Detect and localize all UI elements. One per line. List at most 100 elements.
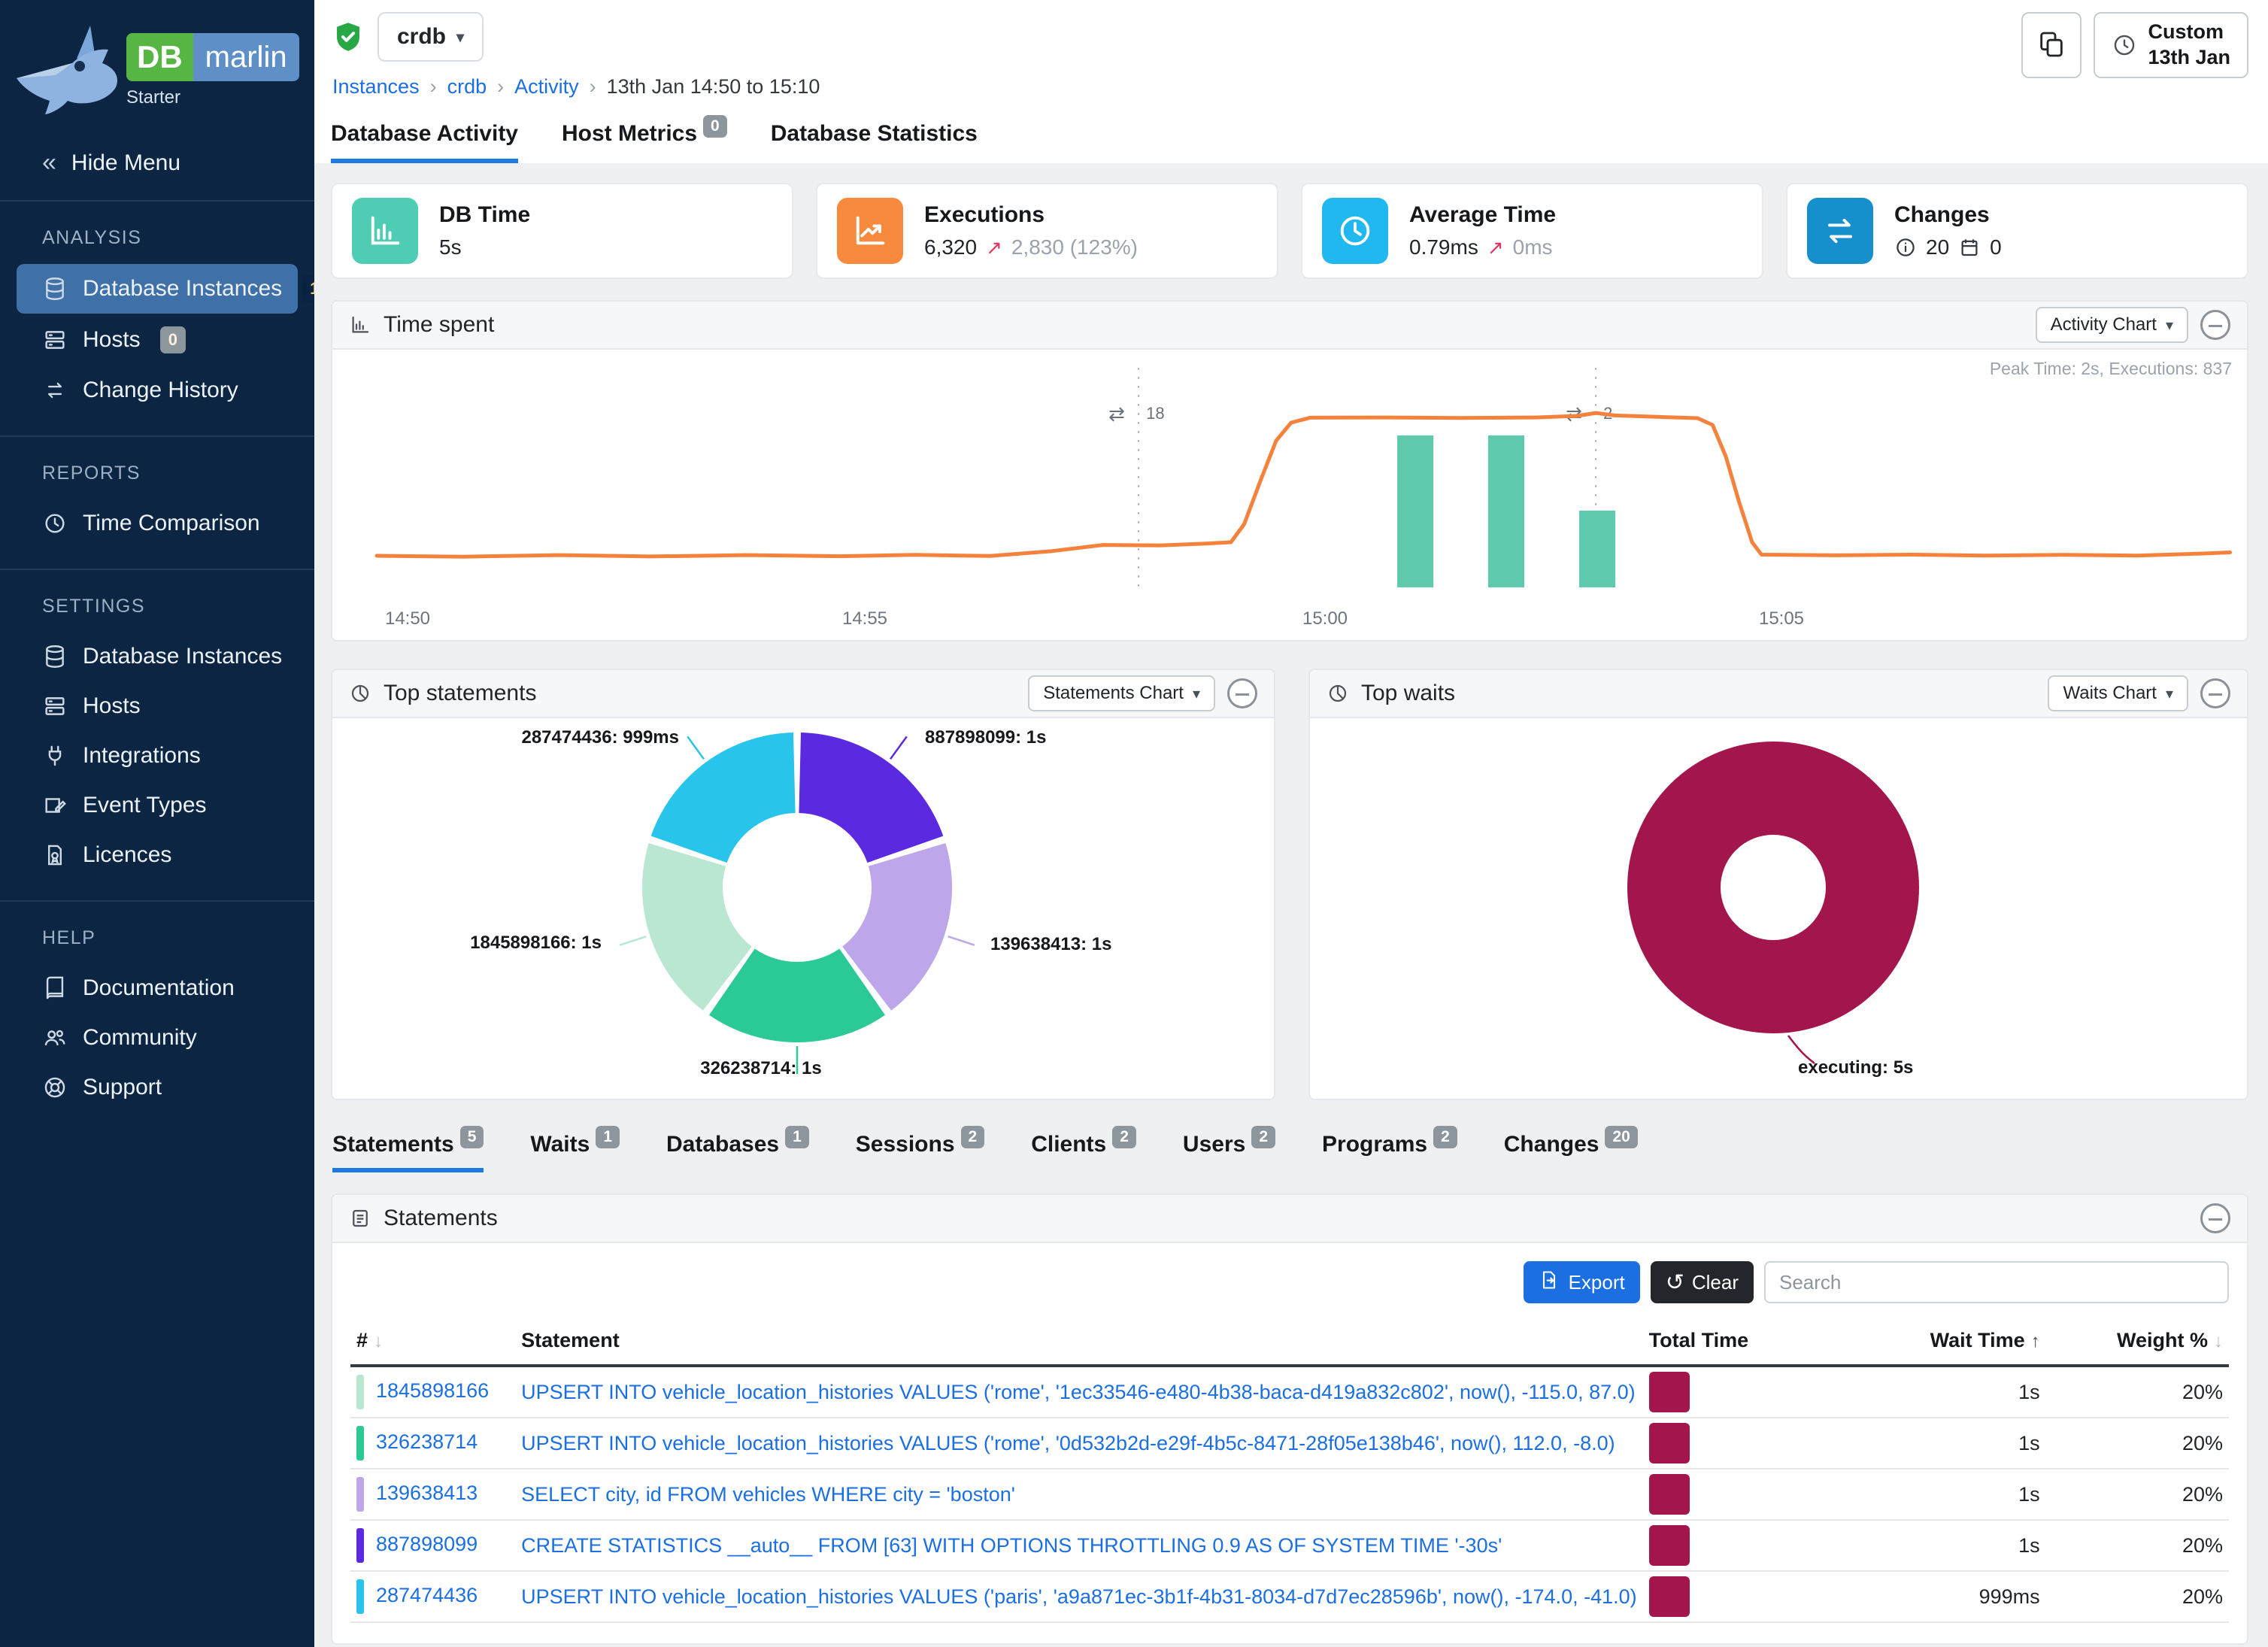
sidebar-item-documentation[interactable]: Documentation [17, 964, 298, 1012]
sidebar-item-time-comparison[interactable]: Time Comparison [17, 499, 298, 547]
count-badge: 2 [1251, 1126, 1275, 1148]
sidebar-item-community[interactable]: Community [17, 1014, 298, 1062]
clear-button[interactable]: ↺ Clear [1651, 1261, 1754, 1303]
double-chevron-left-icon: « [42, 148, 56, 177]
panel-title: Top statements [384, 681, 536, 706]
tab-sessions[interactable]: Sessions2 [856, 1132, 984, 1172]
clock-icon [42, 511, 68, 536]
sidebar-item-support[interactable]: Support [17, 1063, 298, 1112]
statement-id-link[interactable]: 287474436 [376, 1584, 478, 1606]
card-changes: Changes 20 0 [1786, 183, 2248, 279]
collapse-panel-button[interactable] [1227, 678, 1257, 708]
tab-host-metrics[interactable]: Host Metrics 0 [562, 121, 727, 163]
collapse-panel-button[interactable] [2200, 310, 2230, 340]
collapse-panel-button[interactable] [2200, 1203, 2230, 1233]
card-delta: 0ms [1513, 235, 1553, 259]
status-shield-icon [331, 20, 365, 54]
weight-value: 20% [2046, 1469, 2229, 1520]
statement-link[interactable]: SELECT city, id FROM vehicles WHERE city… [521, 1483, 1015, 1506]
statement-link[interactable]: UPSERT INTO vehicle_location_histories V… [521, 1381, 1635, 1403]
tab-changes[interactable]: Changes20 [1504, 1132, 1638, 1172]
tab-users[interactable]: Users2 [1183, 1132, 1275, 1172]
collapse-panel-button[interactable] [2200, 678, 2230, 708]
dashboard-content: DB Time 5s Executions 6,320 ↗ 2,830 (123… [314, 163, 2268, 1647]
tab-clients[interactable]: Clients2 [1031, 1132, 1136, 1172]
count-badge: 2 [1433, 1126, 1457, 1148]
page-header: crdb ▾ Instances › crdb › Activity › 13t… [314, 0, 2268, 163]
total-time-bar [1649, 1423, 1690, 1463]
tab-statements[interactable]: Statements5 [332, 1132, 484, 1172]
sidebar-item-hosts-settings[interactable]: Hosts [17, 682, 298, 730]
database-icon [42, 644, 68, 669]
panel-title: Time spent [384, 312, 494, 338]
export-button[interactable]: Export [1524, 1261, 1640, 1303]
sort-icon: ↓ [374, 1331, 383, 1351]
book-icon [42, 975, 68, 1001]
info-icon [1894, 236, 1917, 259]
statements-chart-select[interactable]: Statements Chart ▾ [1028, 675, 1215, 711]
statement-id-link[interactable]: 887898099 [376, 1533, 478, 1555]
donut-label: 139638413: 1s [990, 934, 1111, 955]
sidebar-item-change-history[interactable]: Change History [17, 366, 298, 414]
brand-marlin-badge: marlin [193, 33, 299, 81]
breadcrumb-crdb[interactable]: crdb [447, 75, 487, 99]
statement-id-link[interactable]: 1845898166 [376, 1379, 489, 1402]
section-title: REPORTS [0, 463, 314, 498]
table-row[interactable]: 139638413 SELECT city, id FROM vehicles … [350, 1469, 2229, 1520]
dbmarlin-app: DB marlin Starter « Hide Menu ANALYSIS D… [0, 0, 2268, 1647]
breadcrumb-activity[interactable]: Activity [514, 75, 579, 99]
sidebar-item-database-instances-settings[interactable]: Database Instances [17, 632, 298, 681]
panel-title: Statements [384, 1206, 498, 1231]
logo: DB marlin Starter [0, 0, 314, 129]
sidebar-section-settings: SETTINGS Database Instances Hosts Integr… [0, 570, 314, 900]
weight-value: 20% [2046, 1571, 2229, 1622]
info-change-count: 20 [1926, 235, 1949, 259]
activity-line-chart: ⇄18⇄2 [350, 362, 2232, 596]
tab-waits[interactable]: Waits1 [530, 1132, 620, 1172]
chevron-down-icon: ▾ [2166, 684, 2173, 703]
wait-time-value: 1s [1755, 1469, 2046, 1520]
statement-link[interactable]: UPSERT INTO vehicle_location_histories V… [521, 1432, 1615, 1454]
statement-id-link[interactable]: 139638413 [376, 1482, 478, 1504]
statement-id-link[interactable]: 326238714 [376, 1430, 478, 1453]
activity-chart-select[interactable]: Activity Chart ▾ [2036, 307, 2188, 343]
event-change-count: 0 [1990, 235, 2002, 259]
table-row[interactable]: 287474436 UPSERT INTO vehicle_location_h… [350, 1571, 2229, 1622]
sidebar-item-licences[interactable]: Licences [17, 831, 298, 879]
copy-button[interactable] [2021, 12, 2082, 78]
sidebar-item-event-types[interactable]: Event Types [17, 781, 298, 830]
count-badge: 1 [785, 1126, 809, 1148]
lifebuoy-icon [42, 1075, 68, 1100]
sidebar-item-integrations[interactable]: Integrations [17, 732, 298, 780]
statement-link[interactable]: UPSERT INTO vehicle_location_histories V… [521, 1585, 1636, 1608]
table-row[interactable]: 1845898166 UPSERT INTO vehicle_location_… [350, 1366, 2229, 1418]
sidebar-item-database-instances[interactable]: Database Instances 1 [17, 264, 298, 314]
tab-database-statistics[interactable]: Database Statistics [771, 121, 978, 163]
time-spent-chart[interactable]: Peak Time: 2s, Executions: 837 ⇄18⇄2 14:… [332, 350, 2247, 640]
waits-chart-select[interactable]: Waits Chart ▾ [2048, 675, 2188, 711]
server-icon [42, 327, 68, 353]
time-range-button[interactable]: Custom 13th Jan [2094, 12, 2248, 78]
plug-icon [42, 743, 68, 769]
tab-programs[interactable]: Programs2 [1322, 1132, 1457, 1172]
statement-link[interactable]: CREATE STATISTICS __auto__ FROM [63] WIT… [521, 1534, 1502, 1557]
hide-menu-button[interactable]: « Hide Menu [0, 129, 314, 200]
breadcrumb-instances[interactable]: Instances [332, 75, 420, 99]
copy-icon [2036, 29, 2066, 62]
instance-selector[interactable]: crdb ▾ [377, 12, 484, 62]
table-row[interactable]: 326238714 UPSERT INTO vehicle_location_h… [350, 1418, 2229, 1469]
sidebar-item-hosts[interactable]: Hosts 0 [17, 315, 298, 365]
tab-databases[interactable]: Databases1 [666, 1132, 809, 1172]
tab-database-activity[interactable]: Database Activity [331, 121, 518, 163]
detail-tabs: Statements5 Waits1 Databases1 Sessions2 … [332, 1132, 2247, 1172]
waits-donut-chart[interactable]: executing: 5s [1310, 718, 2247, 1099]
top-statements-panel: Top statements Statements Chart ▾ 287474… [331, 669, 1275, 1100]
search-input[interactable] [1764, 1261, 2229, 1303]
table-row[interactable]: 887898099 CREATE STATISTICS __auto__ FRO… [350, 1520, 2229, 1571]
people-icon [42, 1025, 68, 1051]
count-badge: 5 [460, 1126, 484, 1148]
statements-donut-chart[interactable]: 287474436: 999ms 887898099: 1s 184589816… [332, 718, 1274, 1099]
list-icon [349, 1207, 371, 1230]
table-toolbar: Export ↺ Clear [332, 1243, 2247, 1309]
database-icon [42, 276, 68, 302]
